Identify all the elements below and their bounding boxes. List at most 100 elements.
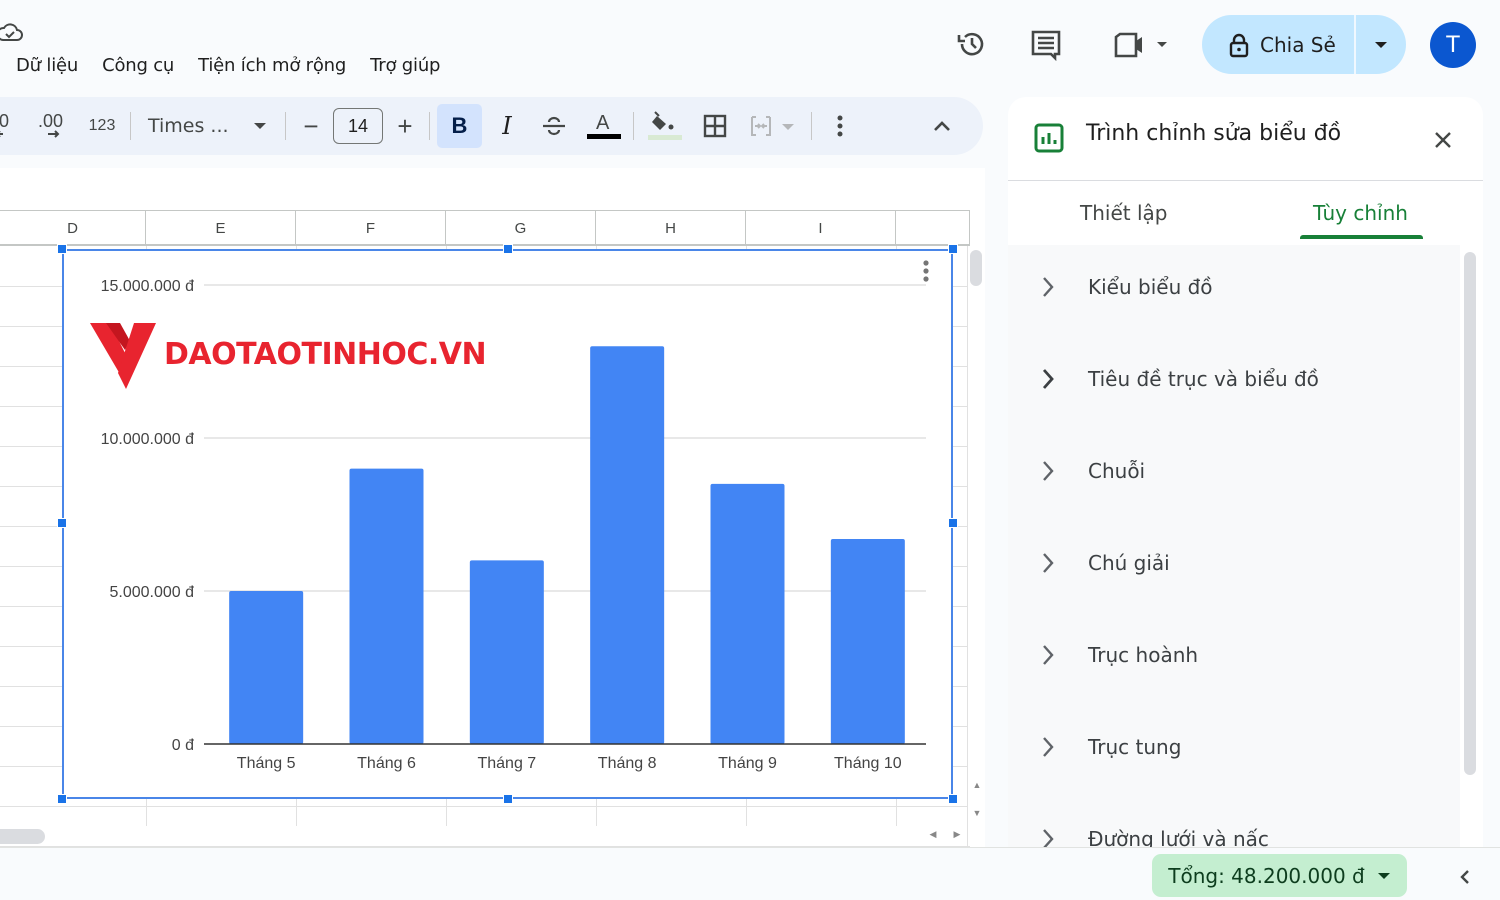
borders-button[interactable]: [698, 97, 732, 155]
chevron-left-icon: [1460, 870, 1469, 884]
resize-handle-bottom-left[interactable]: [57, 794, 67, 804]
section-gridlines-ticks[interactable]: Đường lưới và nấc: [1008, 814, 1448, 847]
vertical-scrollbar[interactable]: [967, 246, 985, 846]
font-family-select[interactable]: Times ...: [148, 97, 268, 155]
menu-extensions[interactable]: Tiện ích mở rộng: [198, 55, 346, 83]
x-tick-label: Tháng 10: [834, 755, 902, 772]
menu-bar: Dữ liệu Công cụ Tiện ích mở rộng Trợ giú…: [16, 55, 440, 83]
section-series[interactable]: Chuỗi: [1008, 446, 1448, 496]
column-header-g[interactable]: G: [446, 211, 596, 245]
resize-handle-left[interactable]: [57, 518, 67, 528]
menu-tools[interactable]: Công cụ: [102, 55, 174, 83]
text-color-button[interactable]: A: [584, 97, 624, 155]
close-icon[interactable]: [1426, 123, 1460, 157]
vertical-scroll-thumb[interactable]: [970, 250, 982, 286]
chevron-right-icon: [1008, 551, 1088, 575]
formatting-toolbar: 0 .00 123 Times ... − 14 + B I A: [0, 97, 983, 155]
x-tick-label: Tháng 9: [718, 755, 777, 772]
share-button[interactable]: Chia Sẻ: [1202, 15, 1406, 74]
collapse-toolbar-button[interactable]: [926, 97, 958, 155]
resize-handle-top[interactable]: [503, 244, 513, 254]
section-label: Chú giải: [1088, 551, 1170, 575]
chevron-right-icon: [1008, 827, 1088, 847]
comment-icon[interactable]: [1028, 26, 1064, 62]
increase-font-size-button[interactable]: +: [390, 97, 420, 155]
cloud-saved-icon[interactable]: [0, 22, 24, 44]
x-tick-label: Tháng 6: [357, 755, 416, 772]
column-header-i[interactable]: I: [746, 211, 896, 245]
chart-menu-button[interactable]: [922, 259, 942, 291]
resize-handle-bottom-right[interactable]: [948, 794, 958, 804]
avatar[interactable]: T: [1430, 22, 1476, 68]
panel-scrollbar[interactable]: [1464, 252, 1476, 775]
share-label: Chia Sẻ: [1260, 32, 1336, 57]
svg-text:0: 0: [0, 112, 9, 131]
column-header-h[interactable]: H: [596, 211, 746, 245]
version-history-icon[interactable]: [954, 26, 990, 62]
menu-help[interactable]: Trợ giúp: [370, 55, 440, 83]
embedded-chart[interactable]: 0 đ 5.000.000 đ 10.000.000 đ 15.000.000 đ Th…: [62, 249, 953, 799]
italic-button[interactable]: I: [490, 97, 524, 155]
scroll-up-arrow[interactable]: ▲: [970, 780, 984, 794]
menu-data[interactable]: Dữ liệu: [16, 55, 78, 83]
section-label: Tiêu đề trục và biểu đồ: [1088, 367, 1319, 391]
watermark-text: DAOTAOTINHOC.VN: [164, 337, 486, 372]
x-tick-label: Tháng 5: [237, 755, 296, 772]
column-header-e[interactable]: E: [146, 211, 296, 245]
meet-button[interactable]: [1108, 26, 1172, 62]
chevron-right-icon: [1008, 459, 1088, 483]
borders-icon: [703, 114, 727, 138]
svg-text:.00: .00: [38, 112, 63, 131]
resize-handle-top-right[interactable]: [948, 244, 958, 254]
more-options-button[interactable]: [826, 97, 854, 155]
font-size-input[interactable]: 14: [333, 108, 383, 144]
bold-button[interactable]: B: [437, 104, 482, 148]
caret-down-icon: [253, 123, 266, 129]
chevron-right-icon: [1008, 643, 1088, 667]
tab-customize[interactable]: Tùy chỉnh: [1313, 201, 1408, 225]
bar-tháng-7: [469, 560, 544, 744]
bar-tháng-10: [830, 538, 905, 744]
column-header-d[interactable]: D: [0, 211, 146, 245]
resize-handle-right[interactable]: [948, 518, 958, 528]
fill-color-button[interactable]: [645, 97, 685, 155]
section-vertical-axis[interactable]: Trục tung: [1008, 722, 1448, 772]
tab-setup[interactable]: Thiết lập: [1080, 201, 1167, 225]
more-vertical-icon: [923, 260, 929, 282]
caret-down-icon: [1375, 41, 1387, 48]
scroll-left-arrow[interactable]: ◀: [926, 829, 940, 843]
sum-explore-chip[interactable]: Tổng: 48.200.000 đ: [1152, 854, 1407, 897]
side-panel-toggle[interactable]: [1450, 862, 1480, 892]
share-main[interactable]: Chia Sẻ: [1202, 15, 1354, 74]
section-horizontal-axis[interactable]: Trục hoành: [1008, 630, 1448, 680]
section-label: Đường lưới và nấc: [1088, 827, 1269, 847]
strikethrough-button[interactable]: [537, 97, 571, 155]
y-tick-label: 15.000.000 đ: [101, 278, 195, 295]
number-format-button[interactable]: 123: [82, 97, 122, 155]
resize-handle-bottom[interactable]: [503, 794, 513, 804]
section-chart-type[interactable]: Kiểu biểu đồ: [1008, 262, 1448, 312]
decrease-font-size-button[interactable]: −: [296, 97, 326, 155]
decrease-decimal-button[interactable]: 0: [0, 97, 24, 155]
share-dropdown-arrow[interactable]: [1356, 15, 1406, 74]
paint-bucket-icon: [648, 111, 682, 140]
scroll-down-arrow[interactable]: ▼: [970, 808, 984, 822]
chevron-up-icon: [934, 121, 950, 131]
watermark-logo: DAOTAOTINHOC.VN: [90, 321, 530, 393]
resize-handle-top-left[interactable]: [57, 244, 67, 254]
section-label: Trục hoành: [1088, 643, 1199, 667]
horizontal-scroll-thumb[interactable]: [0, 829, 45, 844]
lock-icon: [1229, 33, 1249, 57]
y-tick-label: 0 đ: [172, 737, 194, 754]
merge-cells-button[interactable]: [748, 97, 802, 155]
scroll-right-arrow[interactable]: ▶: [950, 829, 964, 843]
bar-tháng-6: [349, 468, 424, 744]
column-header-j[interactable]: [896, 211, 970, 245]
increase-decimal-button[interactable]: .00: [32, 97, 72, 155]
section-titles[interactable]: Tiêu đề trục và biểu đồ: [1008, 354, 1448, 404]
section-legend[interactable]: Chú giải: [1008, 538, 1448, 588]
section-label: Chuỗi: [1088, 459, 1146, 483]
column-header-f[interactable]: F: [296, 211, 446, 245]
y-tick-label: 10.000.000 đ: [101, 431, 195, 448]
chart-editor-panel: Trình chỉnh sửa biểu đồ Thiết lập Tùy ch…: [1008, 97, 1483, 847]
